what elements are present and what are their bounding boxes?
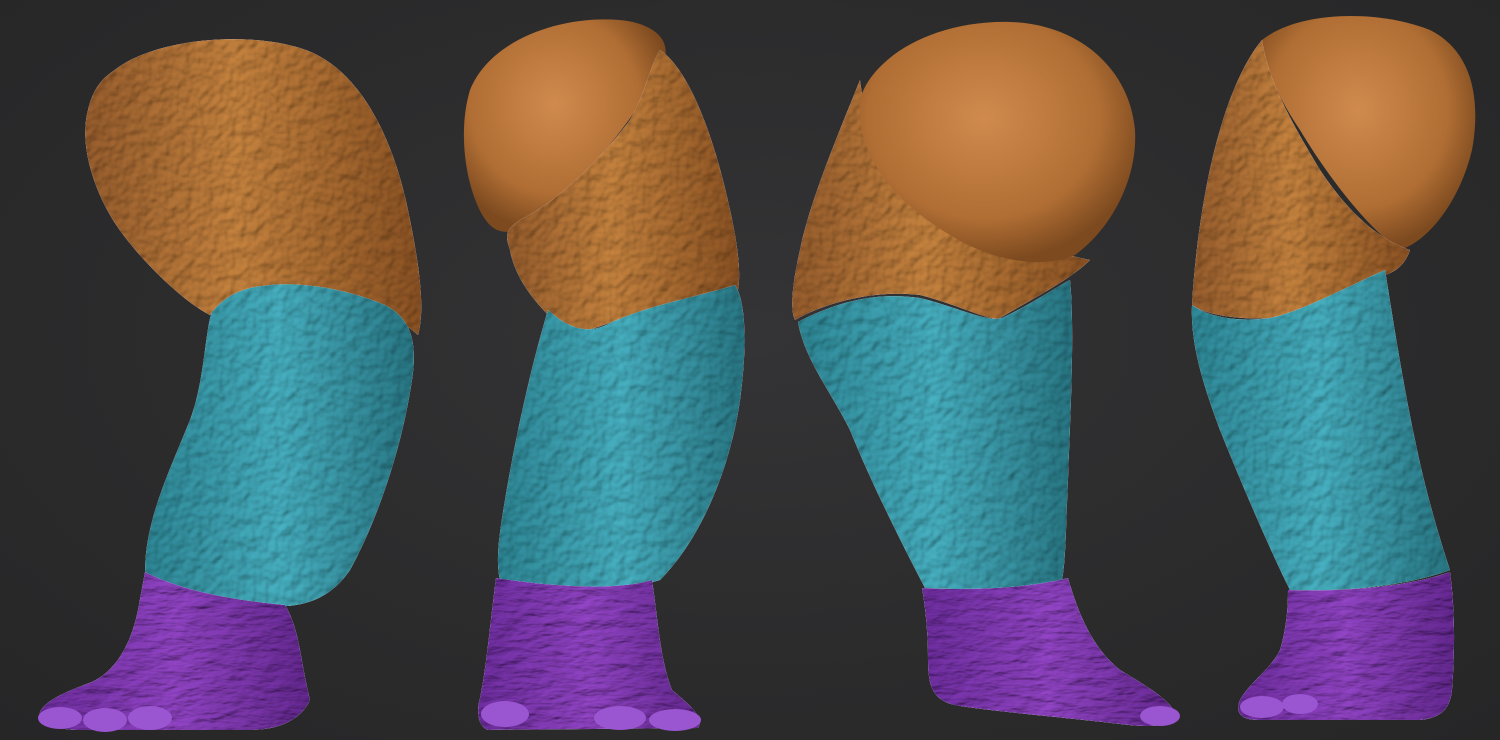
toe	[38, 707, 82, 729]
toe	[83, 708, 127, 732]
foot-mesh	[922, 578, 1176, 726]
toe	[594, 706, 646, 730]
toe	[1240, 696, 1284, 718]
toe	[481, 701, 529, 727]
leg-view-4	[1191, 16, 1476, 720]
viewport	[0, 0, 1500, 740]
toe	[649, 709, 701, 731]
toe	[1282, 694, 1318, 714]
render-canvas	[38, 16, 1476, 732]
shin-mesh	[145, 284, 414, 607]
leg-view-3	[792, 21, 1180, 726]
leg-view-1	[38, 39, 422, 732]
shin-mesh	[497, 285, 745, 587]
leg-view-2	[463, 19, 745, 731]
shin-mesh	[798, 280, 1073, 590]
toe	[128, 706, 172, 730]
toe	[1140, 706, 1180, 726]
shin-mesh	[1191, 270, 1450, 591]
